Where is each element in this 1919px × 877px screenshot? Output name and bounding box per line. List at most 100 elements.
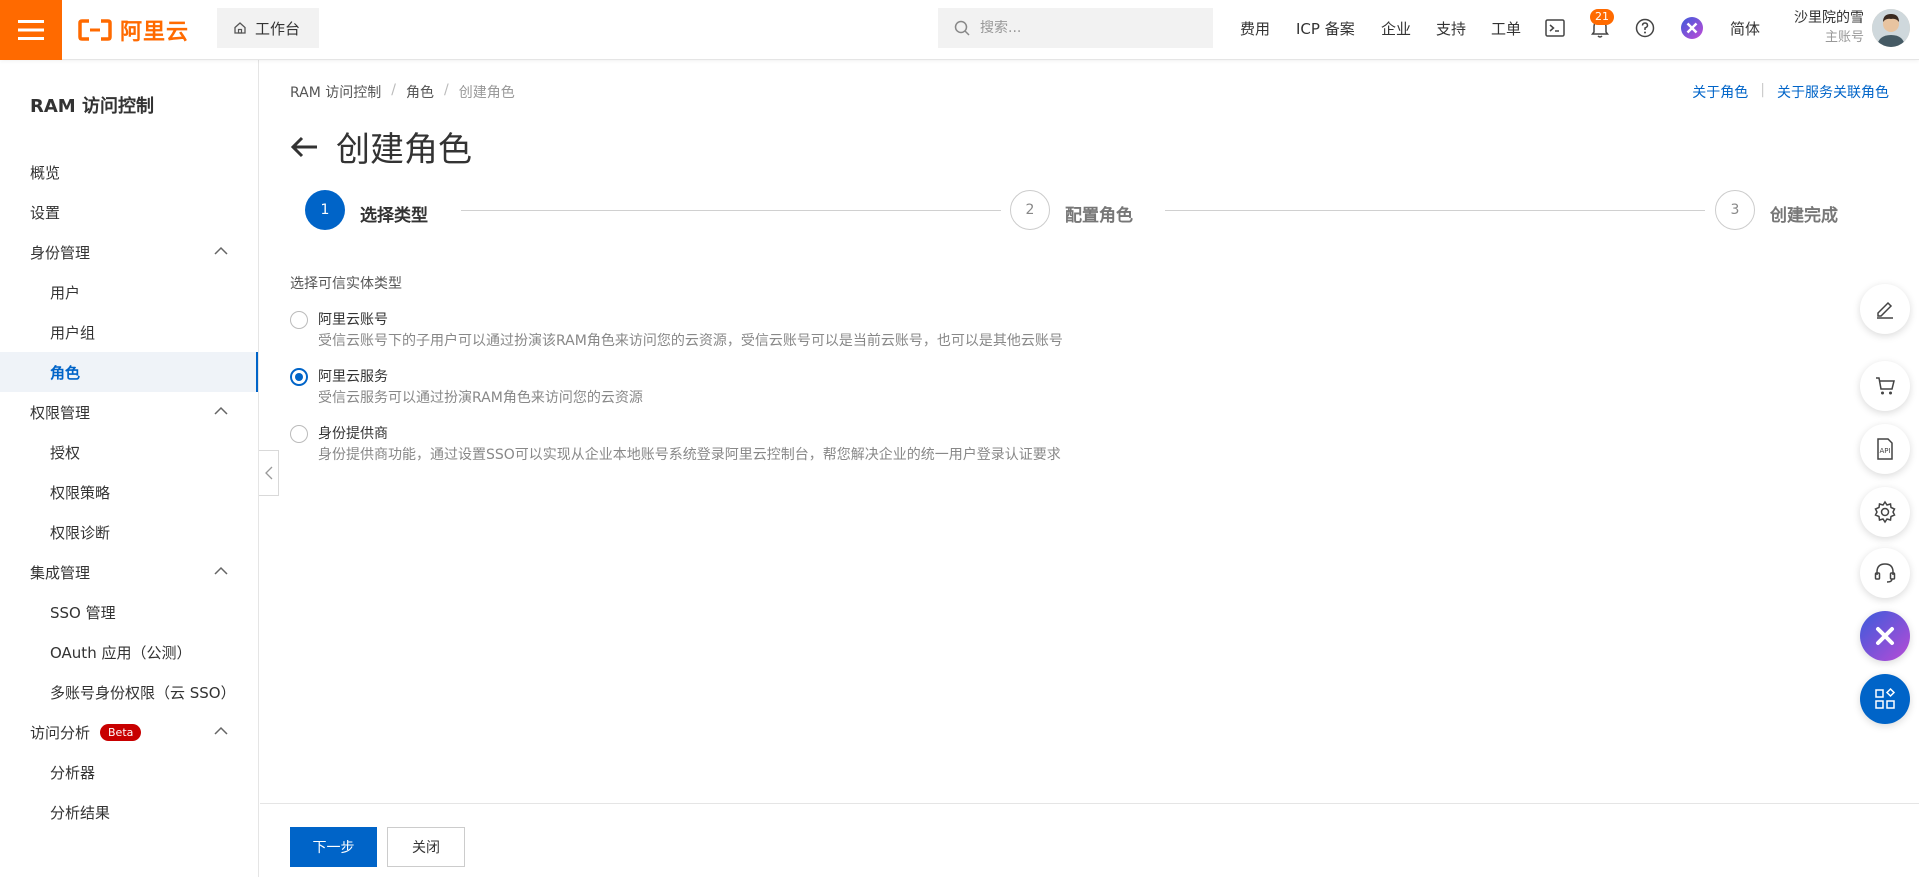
page-title: 创建角色: [336, 130, 472, 170]
sidebar-item-users[interactable]: 用户: [0, 272, 258, 312]
breadcrumb: RAM 访问控制 / 角色 / 创建角色: [290, 82, 515, 102]
help-button[interactable]: [1633, 16, 1657, 40]
sidebar-item-diagnostics[interactable]: 权限诊断: [0, 512, 258, 552]
avatar[interactable]: [1872, 9, 1910, 47]
sidebar-item-grants[interactable]: 授权: [0, 432, 258, 472]
sidebar-item-label: OAuth 应用（公测）: [50, 643, 192, 662]
sidebar-item-analysis-results[interactable]: 分析结果: [0, 792, 258, 832]
nav-fees[interactable]: 费用: [1240, 18, 1270, 39]
breadcrumb-ram[interactable]: RAM 访问控制: [290, 82, 381, 102]
search-box[interactable]: [938, 8, 1213, 48]
headset-icon: [1874, 563, 1896, 583]
search-icon: [954, 20, 970, 36]
nav-icp[interactable]: ICP 备案: [1296, 18, 1355, 39]
gear-icon: [1874, 500, 1896, 524]
sidebar-item-label: 分析器: [50, 763, 96, 782]
chevron-up-icon: [214, 566, 228, 575]
page-header: 创建角色: [290, 122, 472, 171]
question-icon: [1635, 18, 1655, 38]
ai-assistant-button[interactable]: [1680, 16, 1704, 40]
apps-button[interactable]: [1860, 674, 1910, 724]
home-icon: [234, 22, 246, 34]
sidebar-item-label: 权限管理: [30, 403, 91, 422]
option-title: 身份提供商: [318, 426, 388, 442]
sidebar-item-overview[interactable]: 概览: [0, 152, 258, 192]
chevron-up-icon: [214, 726, 228, 735]
nav-ticket[interactable]: 工单: [1491, 18, 1521, 39]
breadcrumb-separator: /: [444, 82, 449, 98]
option-title: 阿里云服务: [318, 369, 388, 385]
language-switch[interactable]: 简体: [1730, 18, 1760, 39]
next-step-button[interactable]: 下一步: [290, 827, 377, 867]
sidebar-item-analyzer[interactable]: 分析器: [0, 752, 258, 792]
step-connector: [461, 210, 1001, 211]
breadcrumb-current: 创建角色: [458, 85, 515, 101]
sidebar-group-identity[interactable]: 身份管理: [0, 232, 258, 272]
about-service-linked-roles-link[interactable]: 关于服务关联角色: [1777, 82, 1889, 102]
aliyun-logo[interactable]: 阿里云: [78, 14, 189, 46]
sidebar-group-permissions[interactable]: 权限管理: [0, 392, 258, 432]
close-button[interactable]: 关闭: [387, 827, 465, 867]
beta-badge: Beta: [100, 723, 142, 741]
aliyun-logo-icon: [78, 19, 112, 41]
search-input[interactable]: [980, 20, 1200, 36]
nav-support[interactable]: 支持: [1436, 18, 1466, 39]
workbench-button[interactable]: 工作台: [217, 8, 319, 48]
chevron-up-icon: [214, 246, 228, 255]
ai-assistant-icon: [1681, 17, 1703, 39]
sidebar-item-sso[interactable]: SSO 管理: [0, 592, 258, 632]
api-button[interactable]: API: [1860, 424, 1910, 474]
nav-enterprise[interactable]: 企业: [1381, 18, 1411, 39]
cart-button[interactable]: [1860, 361, 1910, 411]
sidebar-item-label: 用户组: [50, 323, 96, 342]
user-role: 主账号: [1824, 30, 1864, 45]
sidebar-item-settings[interactable]: 设置: [0, 192, 258, 232]
notification-badge: 21: [1590, 9, 1614, 25]
user-info[interactable]: 沙里院的雪 主账号: [1784, 8, 1864, 48]
option-description: 受信云账号下的子用户可以通过扮演该RAM角色来访问您的云资源，受信云账号可以是当…: [318, 333, 1063, 349]
sidebar-item-label: 访问分析: [30, 723, 91, 742]
terminal-button[interactable]: [1543, 16, 1567, 40]
option-aliyun-service[interactable]: 阿里云服务 受信云服务可以通过扮演RAM角色来访问您的云资源: [290, 367, 643, 409]
step-3-circle: 3: [1715, 190, 1755, 230]
sidebar-item-user-groups[interactable]: 用户组: [0, 312, 258, 352]
sidebar-item-roles[interactable]: 角色: [0, 352, 258, 392]
breadcrumb-roles[interactable]: 角色: [406, 82, 434, 102]
sidebar-item-cloud-sso[interactable]: 多账号身份权限（云 SSO）: [0, 672, 258, 712]
customer-service-button[interactable]: [1860, 548, 1910, 598]
sidebar-group-access-analysis[interactable]: 访问分析 Beta: [0, 712, 258, 752]
sidebar-item-policies[interactable]: 权限策略: [0, 472, 258, 512]
radio-identity-provider[interactable]: [290, 425, 308, 443]
radio-aliyun-service[interactable]: [290, 368, 308, 386]
ai-assistant-float-button[interactable]: [1860, 611, 1910, 661]
back-arrow-icon[interactable]: [290, 136, 318, 158]
radio-aliyun-account[interactable]: [290, 311, 308, 329]
about-roles-link[interactable]: 关于角色: [1692, 82, 1748, 102]
sidebar-item-label: SSO 管理: [50, 603, 116, 622]
settings-button[interactable]: [1860, 487, 1910, 537]
step-2-label: 配置角色: [1065, 206, 1133, 226]
option-description: 受信云服务可以通过扮演RAM角色来访问您的云资源: [318, 390, 643, 406]
edit-icon: [1877, 301, 1893, 319]
form-footer: 下一步 关闭: [260, 803, 1919, 877]
sidebar-group-integration[interactable]: 集成管理: [0, 552, 258, 592]
hamburger-menu-button[interactable]: [0, 0, 62, 60]
user-name: 沙里院的雪: [1794, 10, 1864, 26]
logo-text: 阿里云: [120, 20, 190, 45]
terminal-icon: [1545, 19, 1565, 37]
breadcrumb-separator: /: [391, 82, 396, 98]
sidebar-item-oauth[interactable]: OAuth 应用（公测）: [0, 632, 258, 672]
sidebar-item-label: 多账号身份权限（云 SSO）: [50, 683, 236, 702]
step-1-label: 选择类型: [360, 206, 428, 226]
feedback-button[interactable]: [1860, 284, 1910, 334]
help-links-separator: |: [1760, 82, 1765, 98]
option-identity-provider[interactable]: 身份提供商 身份提供商功能，通过设置SSO可以实现从企业本地账号系统登录阿里云控…: [290, 424, 1061, 466]
option-aliyun-account[interactable]: 阿里云账号 受信云账号下的子用户可以通过扮演该RAM角色来访问您的云资源，受信云…: [290, 310, 1063, 352]
sidebar-item-label: 身份管理: [30, 243, 91, 262]
trusted-entity-label: 选择可信实体类型: [290, 276, 402, 292]
stepper: 1 选择类型 2 配置角色 3 创建完成: [305, 190, 1885, 232]
sidebar: RAM 访问控制 概览 设置 身份管理 用户 用户组 角色 权限管理 授权 权限…: [0, 60, 259, 877]
option-title: 阿里云账号: [318, 312, 388, 328]
sidebar-item-label: 用户: [50, 283, 81, 302]
sidebar-item-label: 集成管理: [30, 563, 91, 582]
